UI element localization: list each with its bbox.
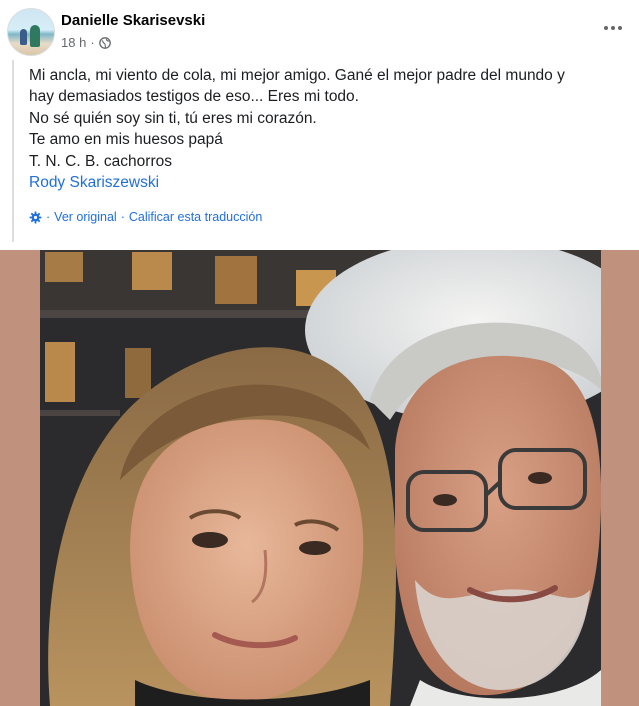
- gear-icon[interactable]: [29, 211, 42, 224]
- more-options-button[interactable]: [599, 18, 627, 38]
- meta-separator: ·: [90, 35, 95, 50]
- translation-separator: ·: [120, 210, 125, 224]
- selfie-photo-illustration: [40, 250, 601, 706]
- author-avatar[interactable]: [7, 8, 55, 56]
- post-line: No sé quién soy sin ti, tú eres mi coraz…: [29, 109, 317, 127]
- rate-translation-link[interactable]: Calificar esta traducción: [129, 210, 262, 224]
- post-line: Mi ancla, mi viento de cola, mi mejor am…: [29, 67, 565, 84]
- translation-separator: ·: [46, 210, 51, 224]
- post-line: T. N. C. B. cachorros: [29, 152, 172, 170]
- translation-quote-bar: [12, 60, 14, 242]
- post-photo[interactable]: [40, 250, 601, 706]
- post-header: Danielle Skarisevski 18 h ·: [0, 0, 639, 60]
- tagged-person-link[interactable]: Rody Skariszewski: [29, 172, 625, 193]
- see-original-link[interactable]: Ver original: [54, 210, 117, 224]
- author-name[interactable]: Danielle Skarisevski: [61, 12, 205, 29]
- post-text-block: Mi ancla, mi viento de cola, mi mejor am…: [12, 60, 627, 242]
- translation-bar: · Ver original · Calificar esta traducci…: [29, 210, 262, 224]
- globe-icon[interactable]: [98, 36, 111, 49]
- post-text: Mi ancla, mi viento de cola, mi mejor am…: [29, 65, 625, 193]
- post-time[interactable]: 18 h: [61, 35, 86, 50]
- post-line: Te amo en mis huesos papá: [29, 131, 223, 149]
- post-line: hay demasiados testigos de eso... Eres m…: [29, 88, 359, 106]
- photo-frame: [0, 250, 639, 706]
- post-meta: 18 h ·: [61, 35, 111, 50]
